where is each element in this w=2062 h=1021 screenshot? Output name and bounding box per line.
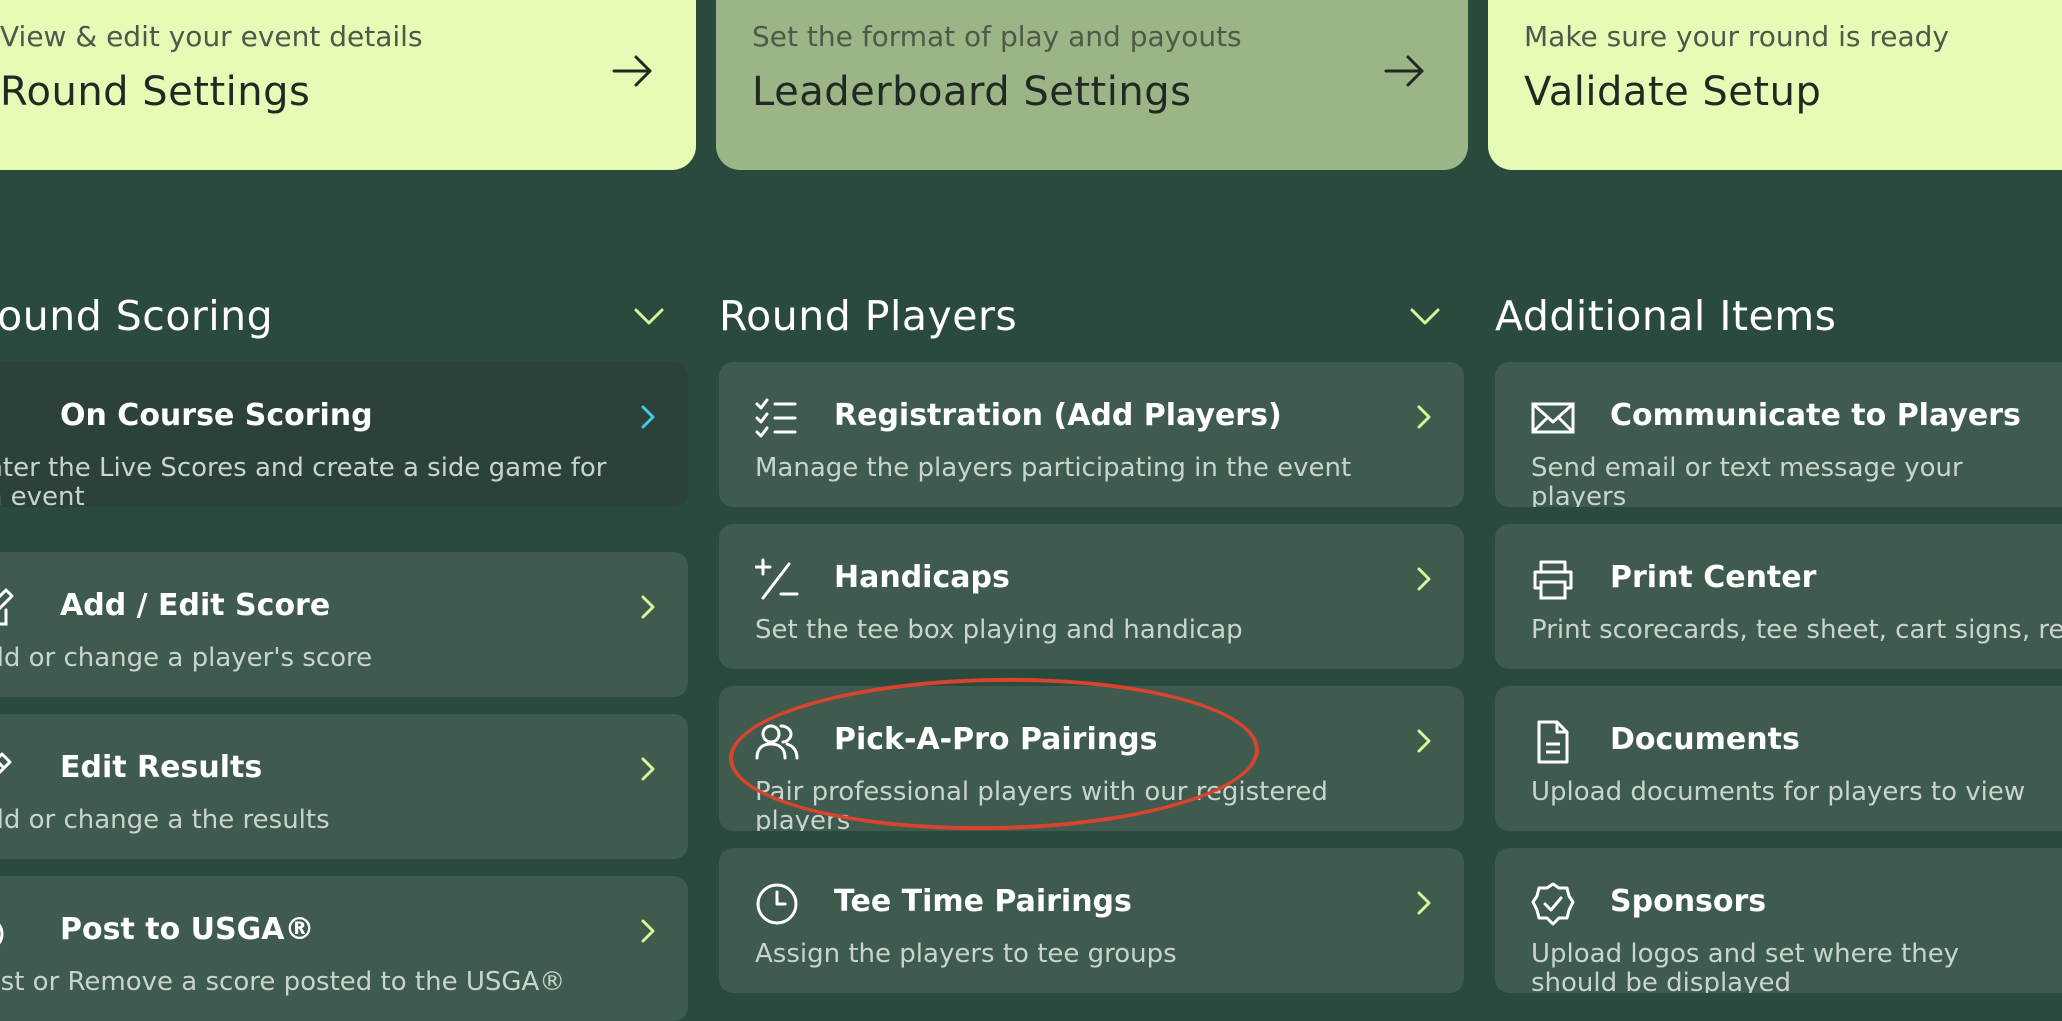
item-description: Send email or text message your players (1531, 453, 1963, 508)
item-title: Documents (1610, 722, 1800, 757)
validate-setup-card[interactable]: Make sure your round is ready Validate S… (1488, 0, 2062, 170)
round-settings-card[interactable]: View & edit your event details Round Set… (0, 0, 696, 170)
item-description: Add or change a the results (0, 805, 330, 835)
item-description: Upload documents for players to view (1531, 777, 2026, 807)
card-title: Leaderboard Settings (752, 69, 1192, 115)
item-tee-time-pairings[interactable]: Tee Time Pairings Assign the players to … (719, 848, 1464, 993)
card-title: Validate Setup (1524, 69, 1822, 115)
item-handicaps[interactable]: Handicaps Set the tee box playing and ha… (719, 524, 1464, 669)
section-title-round-players: Round Players (719, 292, 1018, 340)
chevron-right-icon (641, 595, 655, 619)
card-subtitle: Set the format of play and payouts (752, 20, 1242, 53)
item-communicate-to-players[interactable]: Communicate to Players Send email or tex… (1495, 362, 2062, 507)
item-title: On Course Scoring (60, 398, 373, 433)
chevron-right-icon (1417, 567, 1431, 591)
item-title: Communicate to Players (1610, 398, 2021, 433)
item-registration[interactable]: Registration (Add Players) Manage the pl… (719, 362, 1464, 507)
printer-icon (1533, 560, 1573, 600)
list-icon (0, 396, 16, 440)
chevron-right-icon (641, 919, 655, 943)
item-description: Assign the players to tee groups (755, 939, 1177, 969)
item-title: Add / Edit Score (60, 588, 331, 623)
card-subtitle: Make sure your round is ready (1524, 20, 1949, 53)
arrow-right-icon (1384, 55, 1424, 87)
item-title: Print Center (1610, 560, 1817, 595)
item-description: Upload logos and set where they should b… (1531, 939, 1960, 994)
item-description: Enter the Live Scores and create a side … (0, 453, 607, 508)
item-on-course-scoring[interactable]: On Course Scoring Enter the Live Scores … (0, 362, 688, 507)
item-description: Add or change a player's score (0, 643, 373, 673)
badge-check-icon (1531, 882, 1575, 926)
card-title: Round Settings (0, 69, 311, 115)
checklist-icon (755, 398, 797, 438)
item-add-edit-score[interactable]: Add / Edit Score Add or change a player'… (0, 552, 688, 697)
chevron-down-icon[interactable] (1409, 307, 1441, 327)
chevron-right-icon (1417, 729, 1431, 753)
chevron-right-icon (641, 757, 655, 781)
document-icon (1537, 720, 1569, 764)
chevron-right-icon (1417, 891, 1431, 915)
item-title: Tee Time Pairings (834, 884, 1132, 919)
item-documents[interactable]: Documents Upload documents for players t… (1495, 686, 2062, 831)
item-title: Registration (Add Players) (834, 398, 1282, 433)
chevron-down-icon[interactable] (633, 307, 665, 327)
item-description: Manage the players participating in the … (755, 453, 1352, 483)
chevron-right-icon (1417, 405, 1431, 429)
section-title-additional-items: Additional Items (1495, 292, 1837, 340)
pencil-icon (0, 752, 12, 775)
item-description: Set the tee box playing and handicap (755, 615, 1243, 645)
item-title: Post to USGA® (60, 912, 315, 947)
item-edit-results[interactable]: Edit Results Add or change a the results (0, 714, 688, 859)
item-title: Handicaps (834, 560, 1010, 595)
chevron-right-icon (641, 405, 655, 429)
card-subtitle: View & edit your event details (0, 20, 423, 53)
arrow-right-icon (612, 55, 652, 87)
edit-icon (0, 588, 14, 626)
clock-icon (756, 883, 798, 925)
leaderboard-settings-card[interactable]: Set the format of play and payouts Leade… (716, 0, 1468, 170)
item-title: Edit Results (60, 750, 263, 785)
plus-minus-icon (755, 558, 799, 600)
mail-icon (1531, 402, 1575, 434)
section-title-round-scoring: Round Scoring (0, 292, 274, 340)
item-description: Print scorecards, tee sheet, cart signs,… (1531, 615, 2062, 645)
item-print-center[interactable]: Print Center Print scorecards, tee sheet… (1495, 524, 2062, 669)
item-title: Sponsors (1610, 884, 1767, 919)
item-post-to-usga[interactable]: Post to USGA® Post or Remove a score pos… (0, 876, 688, 1021)
item-sponsors[interactable]: Sponsors Upload logos and set where they… (1495, 848, 2062, 993)
item-description: Post or Remove a score posted to the USG… (0, 967, 566, 997)
upload-icon (0, 923, 4, 945)
